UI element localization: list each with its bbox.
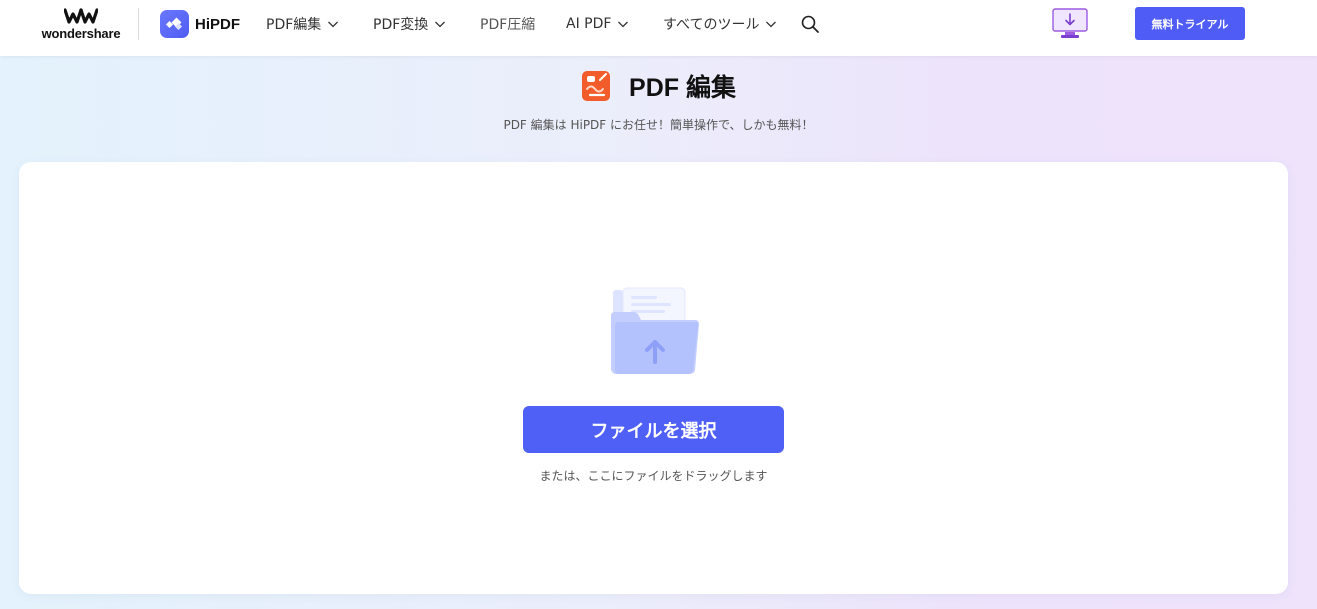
wondershare-wordmark: wondershare	[41, 26, 121, 41]
wondershare-logo-icon	[64, 8, 98, 24]
page-title: PDF 編集	[629, 74, 736, 102]
desktop-download-icon[interactable]	[1051, 8, 1089, 40]
hipdf-logo[interactable]: HiPDF	[160, 10, 240, 38]
page-subtitle: PDF 編集は HiPDF にお任せ！簡単操作で、しかも無料！	[503, 118, 814, 132]
nav-all-tools-label: すべてのツール	[663, 17, 760, 33]
nav-ai-pdf-label: AI PDF	[566, 16, 612, 32]
wondershare-logo[interactable]: wondershare	[38, 8, 124, 44]
header-divider	[138, 8, 139, 40]
top-header: wondershare HiPDF PDF編集 PDF変換 PDF圧縮 AI P…	[0, 0, 1317, 56]
page-title-row: PDF 編集	[0, 68, 1317, 104]
nav-pdf-convert[interactable]: PDF変換	[373, 14, 446, 34]
chevron-down-icon	[618, 21, 629, 28]
nav-ai-pdf[interactable]: AI PDF	[566, 14, 629, 34]
nav-all-tools[interactable]: すべてのツール	[663, 14, 777, 34]
upload-dropzone[interactable]: ファイルを選択 または、ここにファイルをドラッグします	[19, 162, 1288, 594]
hipdf-logo-icon	[160, 10, 189, 38]
chevron-down-icon	[328, 21, 339, 28]
free-trial-button[interactable]: 無料トライアル	[1135, 7, 1245, 40]
hipdf-wordmark: HiPDF	[195, 15, 240, 33]
chevron-down-icon	[766, 21, 777, 28]
nav-pdf-edit-label: PDF編集	[266, 17, 322, 33]
chevron-down-icon	[435, 21, 446, 28]
nav-pdf-compress[interactable]: PDF圧縮	[480, 14, 535, 34]
select-file-button[interactable]: ファイルを選択	[523, 406, 784, 453]
folder-upload-icon	[611, 287, 699, 374]
nav-pdf-edit[interactable]: PDF編集	[266, 14, 339, 34]
nav-pdf-convert-label: PDF変換	[373, 17, 429, 33]
search-icon[interactable]	[800, 14, 820, 34]
drag-drop-hint: または、ここにファイルをドラッグします	[539, 469, 768, 483]
pdf-edit-tool-icon	[582, 71, 611, 101]
nav-pdf-compress-label: PDF圧縮	[480, 17, 536, 33]
